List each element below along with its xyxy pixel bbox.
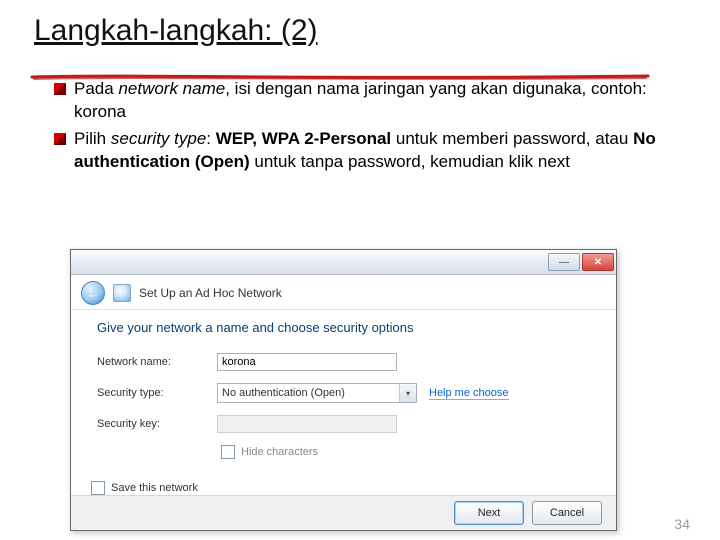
label-network-name: Network name:	[97, 356, 217, 368]
dialog-heading: Give your network a name and choose secu…	[97, 320, 590, 335]
hide-characters-label: Hide characters	[241, 446, 318, 458]
list-item: Pada network name, isi dengan nama jarin…	[54, 78, 684, 124]
bullet-icon	[54, 83, 66, 95]
wizard-icon	[113, 284, 131, 302]
bullet-text: Pilih security type: WEP, WPA 2-Personal…	[74, 128, 684, 174]
dialog-body: Give your network a name and choose secu…	[71, 310, 616, 495]
bullet-list: Pada network name, isi dengan nama jarin…	[54, 78, 684, 174]
network-name-input[interactable]	[217, 353, 397, 371]
list-item: Pilih security type: WEP, WPA 2-Personal…	[54, 128, 684, 174]
label-security-key: Security key:	[97, 418, 217, 430]
bullet-text: Pada network name, isi dengan nama jarin…	[74, 78, 684, 124]
chevron-down-icon: ▾	[399, 384, 416, 402]
wizard-dialog: — ✕ ← Set Up an Ad Hoc Network Give your…	[70, 249, 617, 531]
security-type-value: No authentication (Open)	[222, 387, 345, 399]
close-button[interactable]: ✕	[582, 253, 614, 271]
next-button[interactable]: Next	[454, 501, 524, 525]
label-security-type: Security type:	[97, 387, 217, 399]
dialog-titlebar[interactable]: — ✕	[71, 250, 616, 275]
slide-title: Langkah-langkah: (2)	[34, 14, 720, 48]
back-button[interactable]: ←	[81, 281, 105, 305]
hide-characters-checkbox	[221, 445, 235, 459]
cancel-button[interactable]: Cancel	[532, 501, 602, 525]
close-icon: ✕	[594, 257, 602, 268]
bullet-icon	[54, 133, 66, 145]
back-arrow-icon: ←	[87, 286, 100, 301]
hide-characters-option: Hide characters	[221, 445, 590, 459]
save-network-option[interactable]: Save this network	[91, 481, 590, 495]
security-type-select[interactable]: No authentication (Open) ▾	[217, 383, 417, 403]
minimize-icon: —	[559, 257, 569, 268]
help-me-choose-link[interactable]: Help me choose	[429, 387, 509, 400]
dialog-header: ← Set Up an Ad Hoc Network	[71, 275, 616, 310]
page-number: 34	[674, 516, 690, 532]
row-security-key: Security key:	[97, 415, 590, 433]
minimize-button[interactable]: —	[548, 253, 580, 271]
dialog-footer: Next Cancel	[71, 495, 616, 530]
save-network-label: Save this network	[111, 482, 198, 494]
title-underline-decoration	[30, 72, 650, 82]
row-security-type: Security type: No authentication (Open) …	[97, 383, 590, 403]
wizard-name: Set Up an Ad Hoc Network	[139, 286, 282, 300]
security-key-input	[217, 415, 397, 433]
save-network-checkbox[interactable]	[91, 481, 105, 495]
row-network-name: Network name:	[97, 353, 590, 371]
